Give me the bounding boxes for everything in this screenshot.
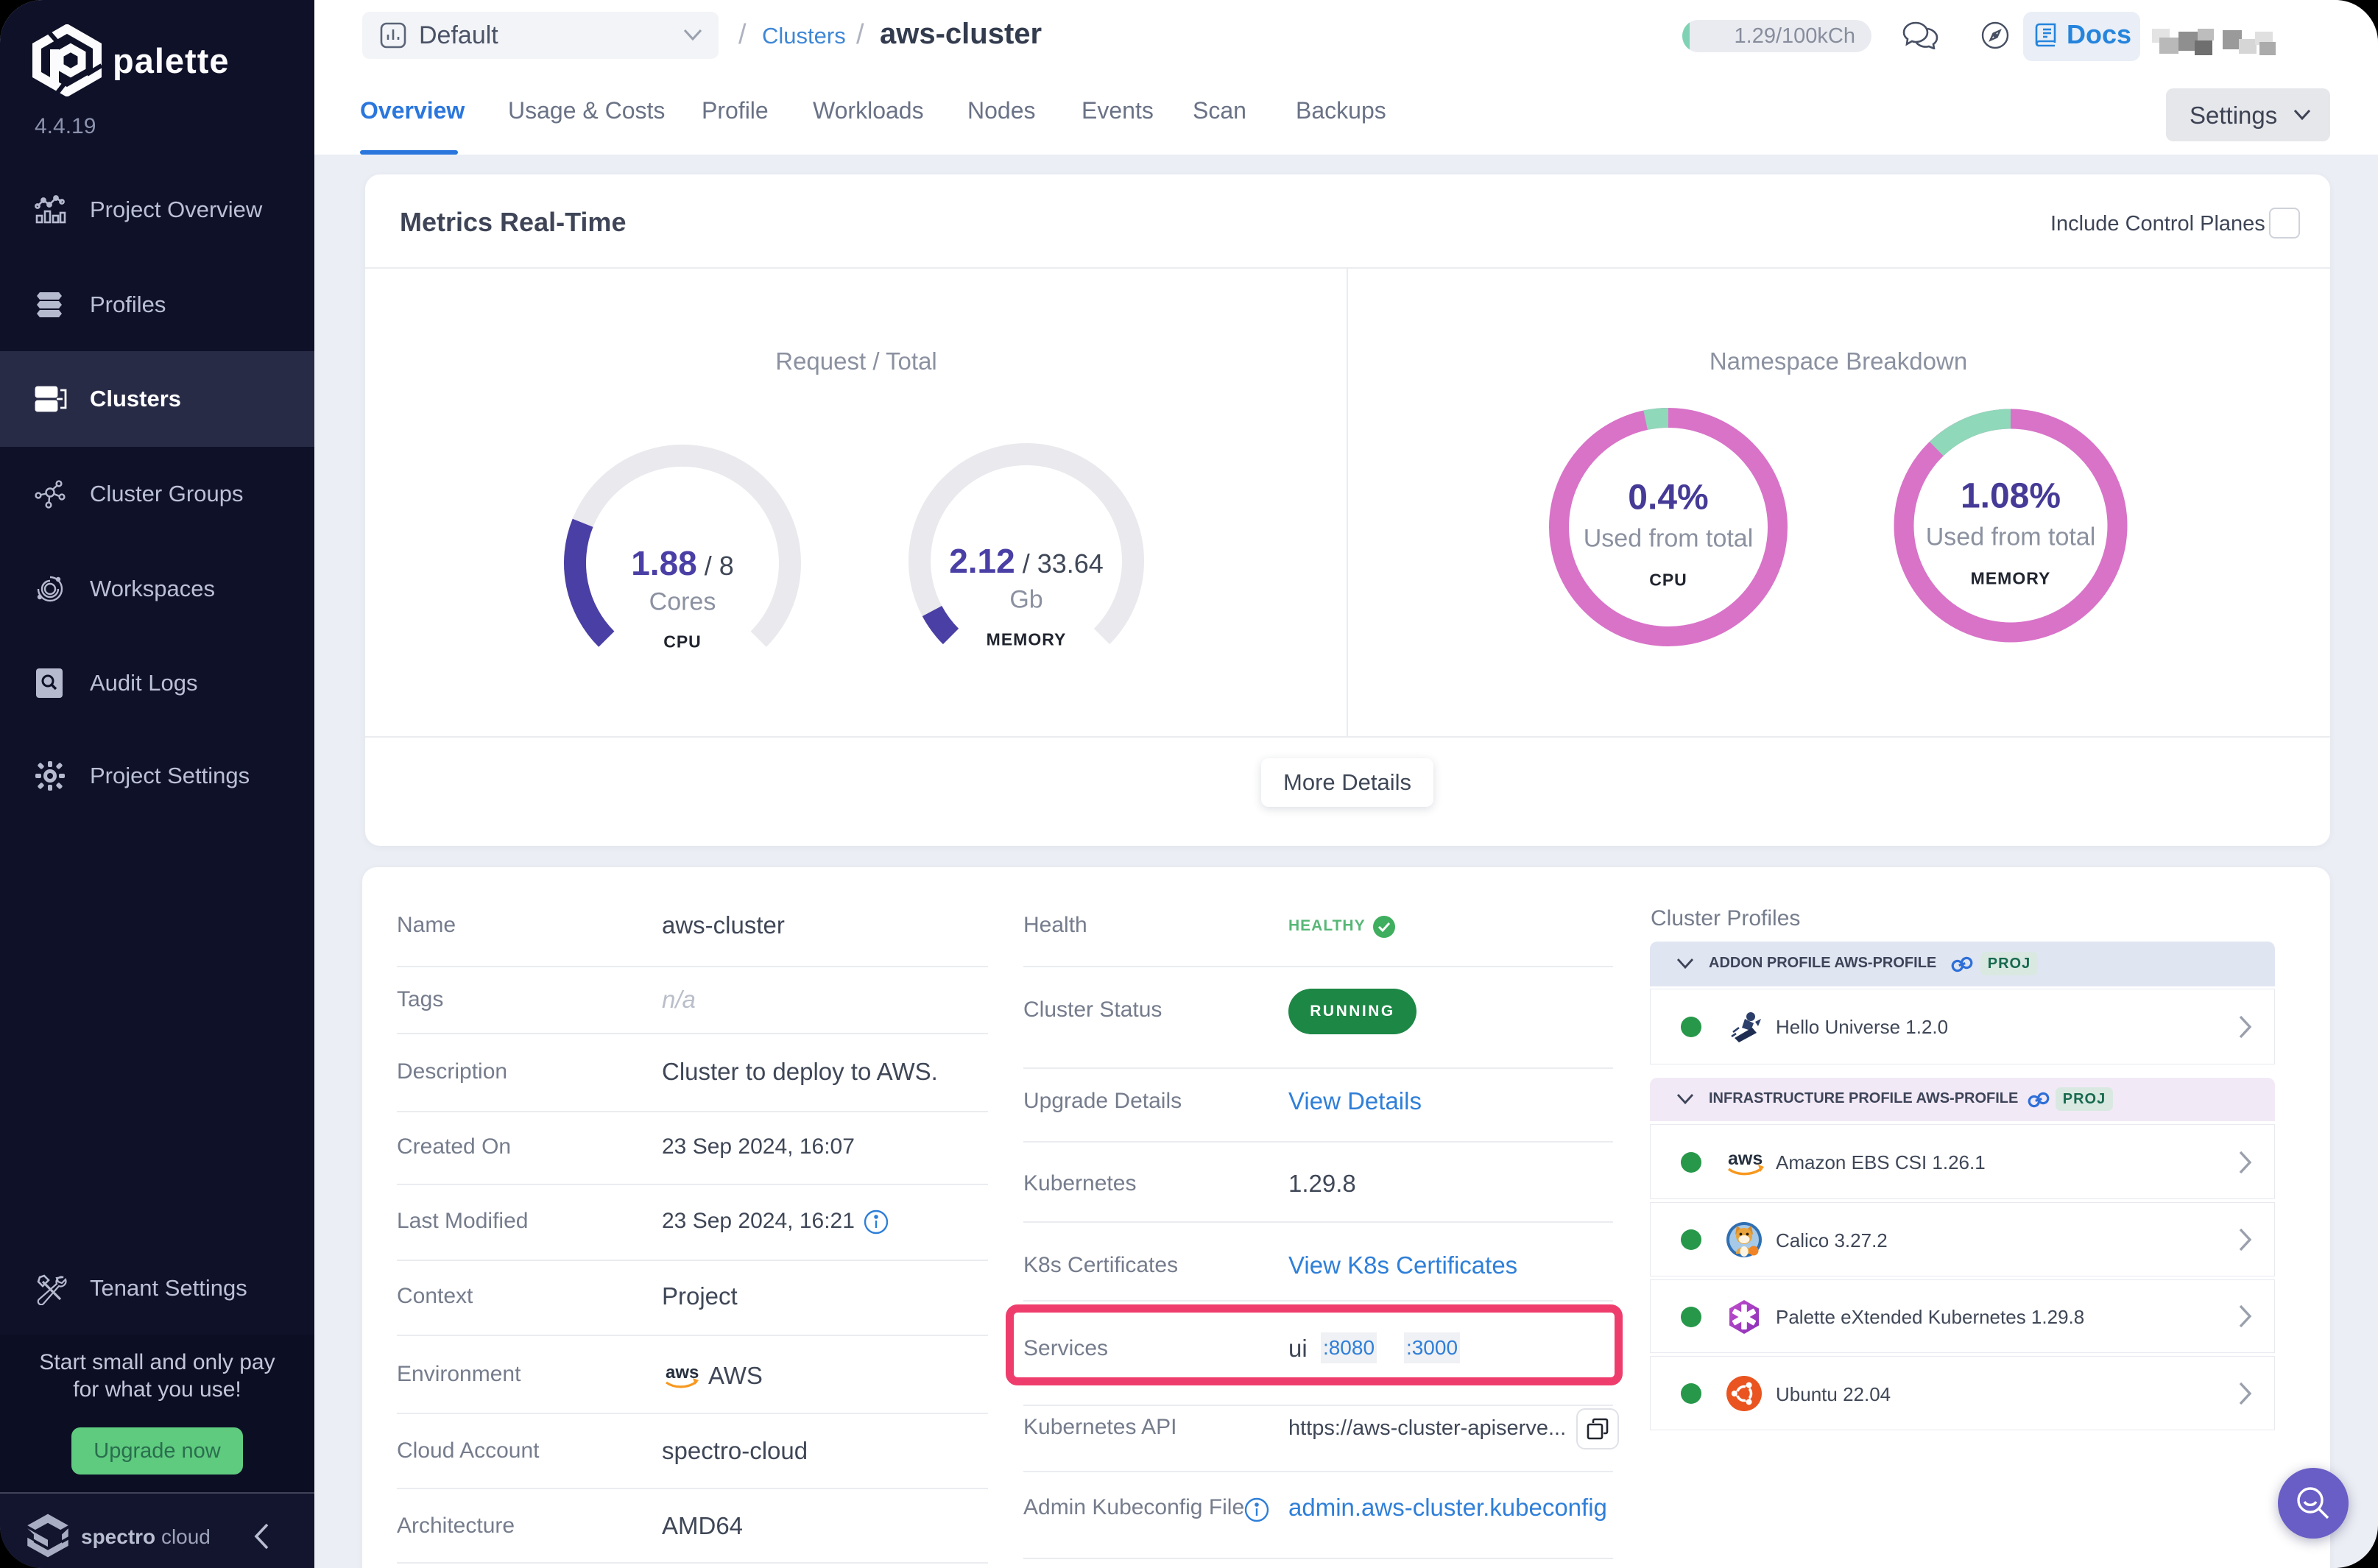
svg-text:aws: aws	[1728, 1148, 1763, 1169]
